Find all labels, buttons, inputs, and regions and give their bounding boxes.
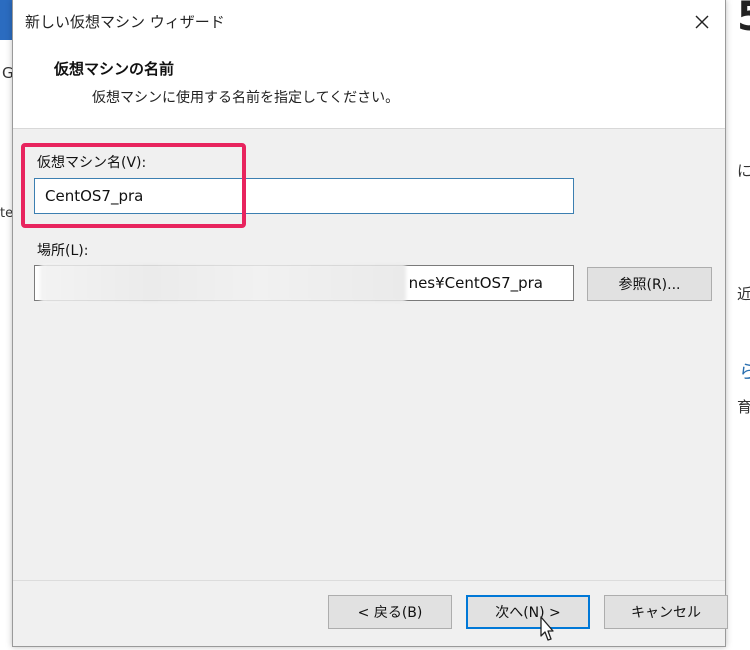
background-titlebar-strip bbox=[0, 0, 12, 40]
cancel-button[interactable]: キャンセル bbox=[604, 595, 728, 629]
vm-name-value: CentOS7_pra bbox=[45, 187, 144, 205]
vm-name-label: 仮想マシン名(V): bbox=[37, 155, 147, 171]
background-window-right: 5 に 近 ら 育 bbox=[725, 0, 750, 650]
dialog-titlebar: 新しい仮想マシン ウィザード bbox=[13, 0, 725, 44]
wizard-header: 仮想マシンの名前 仮想マシンに使用する名前を指定してください。 bbox=[13, 44, 725, 129]
footer-divider bbox=[13, 580, 725, 581]
background-char: に bbox=[737, 162, 750, 180]
background-char: ら bbox=[739, 362, 750, 383]
dialog-title: 新しい仮想マシン ウィザード bbox=[25, 13, 225, 31]
back-button[interactable]: < 戻る(B) bbox=[328, 595, 452, 629]
background-char: 近 bbox=[737, 285, 750, 303]
back-button-label: < 戻る(B) bbox=[357, 605, 423, 621]
new-vm-wizard-dialog: 新しい仮想マシン ウィザード 仮想マシンの名前 仮想マシンに使用する名前を指定し… bbox=[12, 0, 728, 647]
location-label: 場所(L): bbox=[37, 243, 89, 259]
background-char: 5 bbox=[737, 0, 750, 40]
vm-name-input[interactable]: CentOS7_pra bbox=[34, 178, 574, 214]
page-description: 仮想マシンに使用する名前を指定してください。 bbox=[92, 90, 400, 106]
next-button[interactable]: 次へ(N) > bbox=[466, 595, 590, 629]
location-value: nes¥CentOS7_pra bbox=[408, 274, 543, 292]
screenshot-stage: G te 5 に 近 ら 育 新しい仮想マシン ウィザード 仮想マシンの名前 仮… bbox=[0, 0, 750, 650]
page-title: 仮想マシンの名前 bbox=[54, 60, 175, 78]
background-window-left bbox=[0, 0, 12, 650]
background-char: 育 bbox=[737, 398, 750, 416]
browse-button-label: 参照(R)... bbox=[618, 277, 681, 293]
browse-button[interactable]: 参照(R)... bbox=[587, 267, 712, 301]
close-button[interactable] bbox=[679, 0, 725, 44]
cancel-button-label: キャンセル bbox=[631, 605, 701, 621]
mouse-pointer-icon bbox=[540, 616, 554, 641]
close-icon bbox=[695, 15, 709, 29]
redacted-path-blur bbox=[40, 264, 406, 302]
